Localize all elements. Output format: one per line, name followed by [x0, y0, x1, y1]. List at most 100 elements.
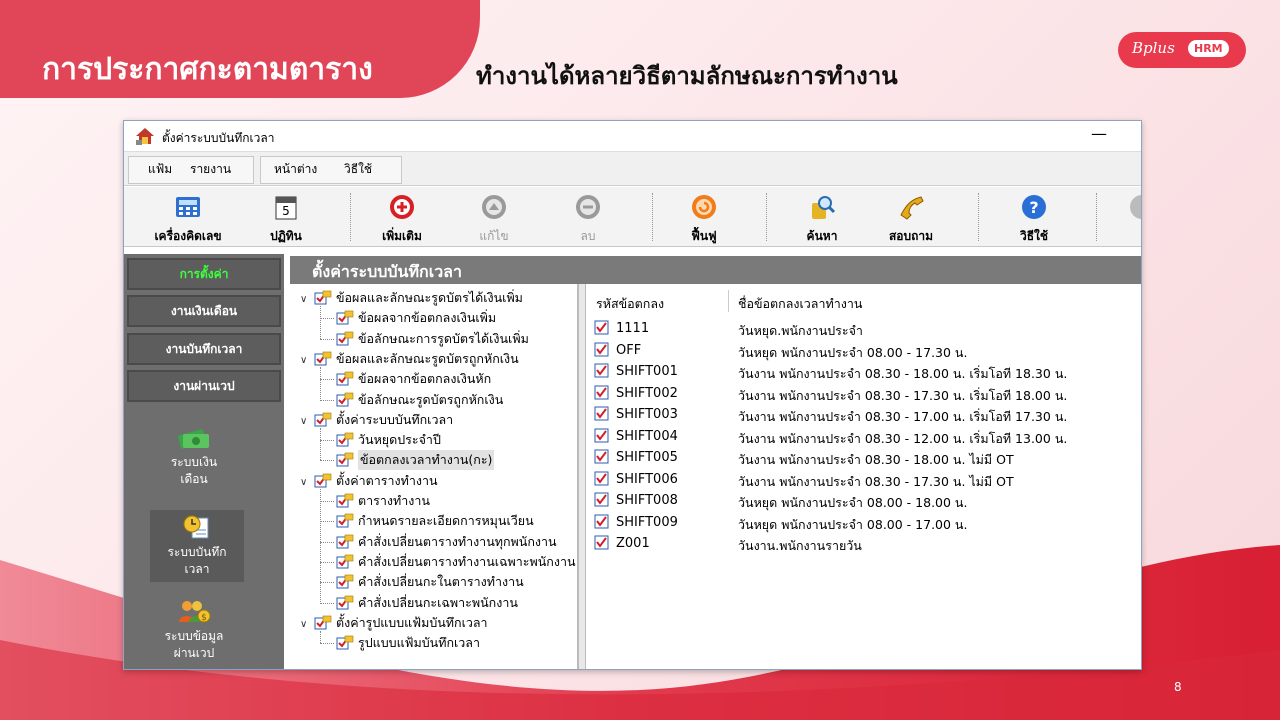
calculator-button[interactable]: เครื่องคิดเลข [134, 187, 242, 247]
page-number: 8 [1174, 680, 1182, 694]
shift-name[interactable]: วันงาน พนักงานประจำ 08.30 - 18.00 น. ไม่… [738, 450, 1014, 470]
checked-folder-icon [336, 635, 354, 650]
phone-icon [900, 196, 924, 220]
shift-name[interactable]: วันงาน พนักงานประจำ 08.30 - 17.30 น. ไม่… [738, 472, 1014, 492]
delete-icon [576, 195, 600, 219]
tree-node-label: คำสั่งเปลี่ยนกะในตารางทำงาน [358, 574, 524, 590]
tree-item[interactable]: ข้อลักษณะรูดบัตรถูกหักเงิน [336, 390, 503, 410]
checked-folder-icon [336, 595, 354, 610]
tree-connector [320, 366, 321, 400]
expand-toggle-icon[interactable]: ∨ [300, 477, 314, 488]
tree-item[interactable]: ข้อลักษณะการรูดบัตรได้เงินเพิ่ม [336, 329, 529, 349]
list-row-code[interactable]: OFF [594, 342, 641, 358]
menu-help[interactable]: วิธีใช้ [344, 160, 372, 179]
shift-name[interactable]: วันงาน.พนักงานรายวัน [738, 536, 862, 556]
tree-item[interactable]: กำหนดรายละเอียดการหมุนเวียน [336, 511, 534, 531]
menu-window[interactable]: หน้าต่าง [274, 160, 317, 179]
tree-node-label: ข้อตกลงเวลาทำงาน(กะ) [358, 450, 495, 471]
tree-node-label: คำสั่งเปลี่ยนตารางทำงานทุกพนักงาน [358, 533, 557, 549]
sidebar-time-attendance[interactable]: งานบันทึกเวลา [127, 333, 281, 365]
list-row-code[interactable]: SHIFT008 [594, 492, 678, 508]
window-title: ตั้งค่าระบบบันทึกเวลา [162, 131, 275, 145]
shift-name[interactable]: วันหยุด พนักงานประจำ 08.00 - 18.00 น. [738, 493, 967, 513]
overflow-button[interactable] [1114, 187, 1141, 247]
money-icon [178, 429, 209, 449]
module-time-record[interactable]: ระบบบันทึก เวลา [150, 510, 244, 582]
minimize-button[interactable]: — [1084, 123, 1114, 147]
tree-item[interactable]: คำสั่งเปลี่ยนกะในตารางทำงาน [336, 572, 524, 592]
edit-button[interactable]: แก้ไข [454, 187, 534, 247]
list-row-code[interactable]: SHIFT002 [594, 385, 678, 401]
tree-group[interactable]: ∨ ตั้งค่าตารางทำงาน [300, 471, 438, 491]
expand-toggle-icon[interactable]: ∨ [300, 294, 314, 305]
shift-name[interactable]: วันงาน พนักงานประจำ 08.30 - 18.00 น. เริ… [738, 364, 1067, 384]
tree-connector [320, 379, 334, 381]
checked-folder-icon [336, 493, 354, 508]
add-button[interactable]: เพิ่มเติม [362, 187, 442, 247]
module-payroll-line1: ระบบเงิน [170, 455, 218, 469]
menu-file[interactable]: แฟ้ม [148, 160, 172, 179]
tree-node-label: วันหยุดประจำปี [358, 432, 441, 448]
tree-item[interactable]: คำสั่งเปลี่ยนตารางทำงานทุกพนักงาน [336, 532, 557, 552]
toolbar-separator [1096, 193, 1097, 241]
shift-name[interactable]: วันหยุด พนักงานประจำ 08.00 - 17.00 น. [738, 515, 967, 535]
menu-report[interactable]: รายงาน [190, 160, 231, 179]
tree-item[interactable]: ข้อผลจากข้อตกลงเงินหัก [336, 369, 491, 389]
tree-item[interactable]: ตารางทำงาน [336, 491, 430, 511]
refresh-button[interactable]: ฟื้นฟู [664, 187, 744, 247]
list-row-code[interactable]: SHIFT006 [594, 471, 678, 487]
list-row-code[interactable]: SHIFT009 [594, 514, 678, 530]
tree-item[interactable]: คำสั่งเปลี่ยนกะเฉพาะพนักงาน [336, 593, 518, 613]
panel-splitter[interactable] [578, 284, 586, 669]
tree-node-label: ตารางทำงาน [358, 493, 430, 508]
sidebar-web[interactable]: งานผ่านเวป [127, 370, 281, 402]
app-window: ตั้งค่าระบบบันทึกเวลา — แฟ้ม รายงาน หน้า… [123, 120, 1142, 670]
sidebar-settings[interactable]: การตั้งค่า [127, 258, 281, 290]
column-header-name[interactable]: ชื่อข้อตกลงเวลาทำงาน [738, 294, 862, 314]
edit-label: แก้ไข [479, 229, 509, 243]
tree-group[interactable]: ∨ ตั้งค่าระบบบันทึกเวลา [300, 410, 453, 430]
checked-item-icon [594, 492, 610, 507]
shift-name[interactable]: วันงาน พนักงานประจำ 08.30 - 17.00 น. เริ… [738, 407, 1067, 427]
calendar-icon: 5 [275, 196, 297, 220]
tree-item[interactable]: คำสั่งเปลี่ยนตารางทำงานเฉพาะพนักงาน [336, 552, 576, 572]
shift-name[interactable]: วันงาน พนักงานประจำ 08.30 - 12.00 น. เริ… [738, 429, 1067, 449]
bplus-hrm-logo: Bplus HRM [1118, 32, 1246, 68]
help-button[interactable]: ? วิธีใช้ [994, 187, 1074, 247]
tree-node-label: ข้อผลและลักษณะรูดบัตรได้เงินเพิ่ม [336, 290, 523, 305]
expand-toggle-icon[interactable]: ∨ [300, 416, 314, 427]
refresh-icon [692, 195, 716, 219]
list-row-code[interactable]: SHIFT003 [594, 406, 678, 422]
inquiry-label: สอบถาม [888, 229, 934, 243]
search-button[interactable]: ค้นหา [782, 187, 862, 247]
list-row-code[interactable]: 1111 [594, 320, 649, 336]
delete-button[interactable]: ลบ [548, 187, 628, 247]
inquiry-button[interactable]: สอบถาม [866, 187, 956, 247]
module-payroll[interactable]: ระบบเงิน เดือน [144, 426, 244, 488]
tree-connector [320, 427, 321, 461]
tree-connector [320, 399, 334, 401]
tree-group[interactable]: ∨ ตั้งค่ารูปแบบแฟ้มบันทึกเวลา [300, 613, 488, 633]
tree-node-label: กำหนดรายละเอียดการหมุนเวียน [358, 513, 534, 529]
list-row-code[interactable]: Z001 [594, 535, 650, 551]
expand-toggle-icon[interactable]: ∨ [300, 619, 314, 630]
tree-group[interactable]: ∨ ข้อผลและลักษณะรูดบัตรถูกหักเงิน [300, 349, 519, 369]
expand-toggle-icon[interactable]: ∨ [300, 355, 314, 366]
calendar-button[interactable]: 5 ปฏิทิน [246, 187, 326, 247]
toolbar-separator [350, 193, 351, 241]
list-row-code[interactable]: SHIFT001 [594, 363, 678, 379]
list-row-code[interactable]: SHIFT004 [594, 428, 678, 444]
shift-name[interactable]: วันหยุด.พนักงานประจำ [738, 321, 863, 341]
tree-item[interactable]: วันหยุดประจำปี [336, 430, 441, 450]
module-web[interactable]: $ ระบบข้อมูล ผ่านเวป [144, 598, 244, 662]
shift-name[interactable]: วันหยุด พนักงานประจำ 08.00 - 17.30 น. [738, 343, 967, 363]
list-row-code[interactable]: SHIFT005 [594, 449, 678, 465]
sidebar-payroll[interactable]: งานเงินเดือน [127, 295, 281, 327]
tree-item[interactable]: ข้อผลจากข้อตกลงเงินเพิ่ม [336, 308, 496, 328]
tree-item[interactable]: รูปแบบแฟ้มบันทึกเวลา [336, 633, 480, 653]
shift-name[interactable]: วันงาน พนักงานประจำ 08.30 - 17.30 น. เริ… [738, 386, 1067, 406]
column-header-code[interactable]: รหัสข้อตกลง [596, 294, 664, 314]
tree-node-label: คำสั่งเปลี่ยนกะเฉพาะพนักงาน [358, 594, 518, 610]
tree-item[interactable]: ข้อตกลงเวลาทำงาน(กะ) [336, 450, 495, 471]
tree-group[interactable]: ∨ ข้อผลและลักษณะรูดบัตรได้เงินเพิ่ม [300, 288, 523, 308]
